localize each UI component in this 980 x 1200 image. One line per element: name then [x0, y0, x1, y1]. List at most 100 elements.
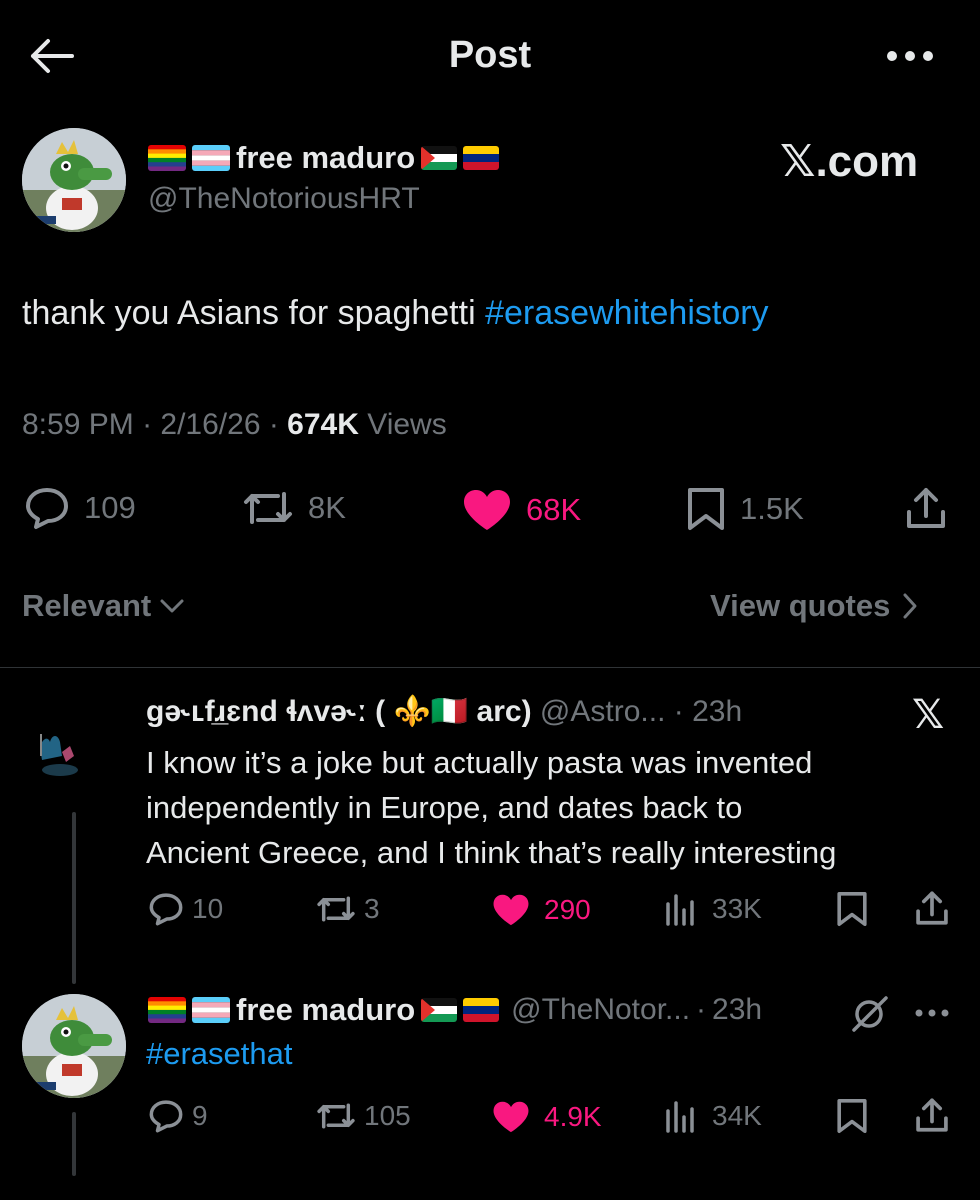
reply-views-button[interactable]: 34K — [664, 1099, 762, 1133]
divider — [0, 667, 980, 668]
more-horizontal-icon — [915, 1009, 949, 1017]
reply-text-line: Ancient Greece, and I think that’s reall… — [146, 835, 837, 870]
share-icon — [916, 891, 948, 925]
sort-label: Relevant — [22, 588, 152, 623]
page-title: Post — [448, 34, 532, 76]
bookmark-icon — [688, 488, 724, 530]
reply-header: free maduro @TheNotor... · 23h — [148, 992, 762, 1028]
grok-icon — [852, 996, 888, 1032]
reply-text: I know it’s a joke but actually pasta wa… — [146, 740, 836, 875]
bookmark-icon — [837, 892, 867, 926]
reply-text-line: I know it’s a joke but actually pasta wa… — [146, 745, 813, 780]
palestine-flag-icon — [421, 146, 458, 170]
reply-count: 109 — [84, 490, 136, 525]
views-chart-icon — [666, 1101, 694, 1133]
heart-filled-icon — [493, 894, 529, 926]
chevron-down-icon — [160, 599, 184, 613]
views-chart-icon — [666, 894, 694, 926]
x-logo-badge[interactable]: 𝕏 — [912, 692, 944, 738]
bookmark-button[interactable]: 1.5K — [686, 486, 804, 532]
heart-filled-icon — [493, 1101, 529, 1133]
post-time[interactable]: 8:59 PM — [22, 408, 134, 441]
views-count: 674K — [287, 408, 359, 441]
share-button[interactable] — [904, 486, 948, 530]
reply-views-button[interactable]: 33K — [664, 892, 762, 926]
repost-count: 105 — [364, 1100, 411, 1131]
like-button[interactable]: 68K — [462, 488, 581, 532]
post-date[interactable]: 2/16/26 — [160, 408, 260, 441]
reply-repost-button[interactable]: 3 — [316, 892, 380, 926]
view-quotes-label: View quotes — [710, 588, 891, 623]
reply-text-line: independently in Europe, and dates back … — [146, 790, 743, 825]
repost-count: 8K — [308, 490, 346, 525]
x-com-watermark: 𝕏.com — [780, 137, 919, 186]
mascot-avatar-image — [22, 994, 126, 1098]
transgender-flag-icon — [192, 997, 230, 1023]
palestine-flag-icon — [421, 998, 458, 1022]
more-options-button[interactable] — [886, 50, 934, 62]
handle[interactable]: @TheNotoriousHRT — [148, 182, 420, 216]
post-author-name[interactable]: free maduro — [148, 140, 500, 176]
reply-age[interactable]: 23h — [692, 695, 742, 728]
reply-age[interactable]: 23h — [712, 993, 762, 1027]
views-count: 34K — [712, 1100, 762, 1131]
chevron-right-icon — [903, 593, 917, 619]
views-label: Views — [367, 408, 447, 441]
heart-filled-icon — [464, 490, 510, 530]
thread-connector-line — [72, 1112, 76, 1176]
reply-reply-button[interactable]: 10 — [148, 892, 223, 926]
reply-count: 10 — [192, 893, 224, 924]
transgender-flag-icon — [192, 145, 230, 171]
reply-handle[interactable]: @Astro... — [540, 695, 665, 728]
venezuela-flag-icon — [463, 146, 500, 170]
sort-dropdown[interactable]: Relevant — [22, 588, 185, 624]
reply-icon — [149, 893, 183, 926]
venezuela-flag-icon — [463, 998, 500, 1022]
hashtag-link[interactable]: #erasewhitehistory — [485, 294, 768, 332]
post-text-plain: thank you Asians for spaghetti — [22, 294, 486, 332]
reply-bookmark-button[interactable] — [836, 1097, 868, 1135]
reply-share-button[interactable] — [914, 1097, 950, 1133]
post-meta: 8:59 PM · 2/16/26 · 674K Views — [22, 408, 447, 441]
repost-count: 3 — [364, 893, 380, 924]
bookmark-icon — [837, 1099, 867, 1133]
reply-count: 9 — [192, 1100, 208, 1131]
like-count: 290 — [544, 894, 591, 925]
share-icon — [907, 488, 945, 528]
repost-icon — [317, 896, 355, 922]
rainbow-flag-icon — [148, 145, 186, 171]
repost-icon — [317, 1103, 355, 1129]
reply-bookmark-button[interactable] — [836, 890, 868, 928]
avatar[interactable] — [22, 128, 126, 232]
mascot-avatar-image — [22, 128, 126, 232]
reply-display-name[interactable]: gə˞ʟfɹ̲ɛnd ɬʌvə˞ː ( ⚜️🇮🇹 arc) — [146, 695, 532, 728]
repost-icon — [244, 492, 292, 524]
dark-avatar-image — [22, 690, 126, 794]
reply-handle[interactable]: @TheNotor... — [511, 993, 690, 1027]
display-name: free maduro — [236, 140, 416, 175]
bookmark-count: 1.5K — [740, 491, 804, 526]
reply-more-button[interactable] — [914, 1008, 950, 1018]
reply-icon — [149, 1100, 183, 1133]
reply-repost-button[interactable]: 105 — [316, 1099, 411, 1133]
reply-icon — [26, 488, 68, 529]
hashtag-link[interactable]: #erasethat — [146, 1036, 293, 1072]
view-quotes-link[interactable]: View quotes — [710, 588, 918, 624]
reply-header: gə˞ʟfɹ̲ɛnd ɬʌvə˞ː ( ⚜️🇮🇹 arc) @Astro... … — [146, 695, 743, 728]
share-icon — [916, 1098, 948, 1132]
reply-reply-button[interactable]: 9 — [148, 1099, 208, 1133]
repost-button[interactable]: 8K — [242, 486, 346, 530]
reply-avatar[interactable] — [22, 690, 126, 794]
more-horizontal-icon — [887, 51, 933, 61]
grok-button[interactable] — [850, 996, 890, 1032]
like-count: 4.9K — [544, 1101, 602, 1132]
views-count: 33K — [712, 893, 762, 924]
reply-share-button[interactable] — [914, 890, 950, 926]
reply-button[interactable]: 109 — [24, 486, 136, 530]
reply-like-button[interactable]: 290 — [492, 893, 591, 927]
reply-avatar[interactable] — [22, 994, 126, 1098]
reply-display-name[interactable]: free maduro — [236, 992, 415, 1028]
thread-connector-line — [72, 812, 76, 984]
reply-like-button[interactable]: 4.9K — [492, 1100, 602, 1134]
rainbow-flag-icon — [148, 997, 186, 1023]
